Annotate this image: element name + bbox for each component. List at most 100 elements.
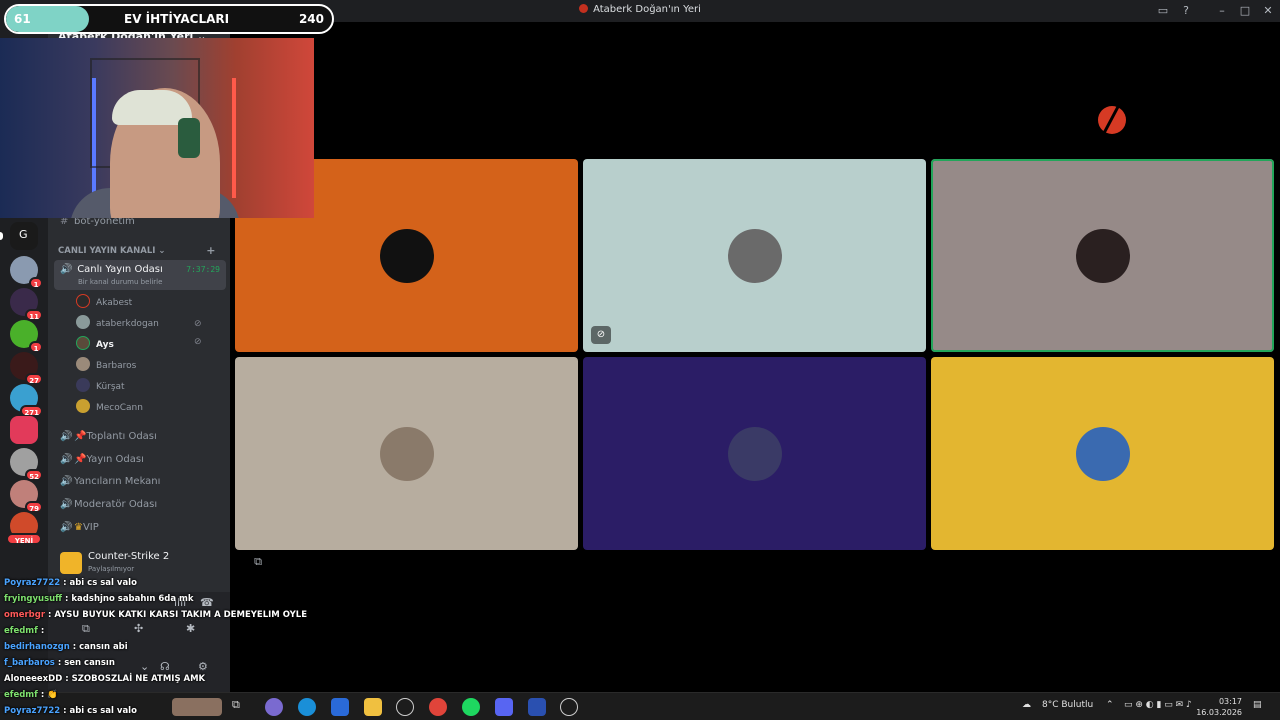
video-tile[interactable] [931, 357, 1274, 550]
voice-member[interactable]: ataberkdogan ⊘ ⊘ [76, 315, 202, 347]
video-tile[interactable] [583, 357, 926, 550]
avatar [76, 315, 90, 329]
server-icon-7[interactable]: 52 [10, 448, 43, 481]
server-icon-3[interactable]: 1 [10, 320, 43, 353]
obs-icon[interactable] [560, 698, 578, 716]
server-icon-2[interactable]: 11 [10, 288, 43, 321]
inbox-icon[interactable]: ▭ [1155, 3, 1171, 19]
disconnect-icon[interactable]: ☎ [200, 596, 214, 609]
voice-member[interactable]: Ays [76, 336, 114, 354]
tray-icons[interactable]: ▭ ⊕ ◐ ▮ ▭ ✉ ♪ [1124, 700, 1192, 710]
channel-status[interactable]: Bir kanal durumu belirle [78, 277, 162, 287]
counter-strike-icon [60, 552, 82, 574]
call-timer: 7:37:29 [186, 265, 220, 274]
goal-target: 240 [298, 12, 324, 26]
voice-member[interactable]: Kürşat [76, 378, 125, 396]
settings-gear-icon[interactable]: ⚙ [198, 660, 208, 673]
pin-icon: 📌 [74, 454, 87, 465]
chat-message: Poyraz7722 : abi cs sal valo [4, 578, 137, 592]
chat-message: fryingyusuff : kadshjno sabahın 6da mk [4, 594, 194, 608]
speaker-icon: 🔊 [60, 522, 73, 533]
minimize-icon[interactable]: – [1214, 3, 1230, 19]
avatar [76, 294, 90, 308]
copilot-icon[interactable] [265, 698, 283, 716]
taskbar-widget[interactable] [172, 698, 222, 716]
server-icon-9[interactable]: YENİ [6, 512, 42, 545]
led-light-red [232, 78, 236, 198]
notification-badge: 79 [25, 501, 43, 513]
task-view-icon[interactable]: ⧉ [232, 698, 250, 716]
notifications-icon[interactable]: ▤ [1253, 700, 1262, 710]
chat-message: efedmf : [4, 626, 44, 640]
channel-toplanti[interactable]: 🔊 📌Toplantı Odası [54, 427, 226, 447]
voice-member[interactable]: MecoCann [76, 399, 143, 417]
maximize-icon[interactable]: □ [1237, 3, 1253, 19]
channel-active-voice[interactable]: 🔊 Canlı Yayın Odası 7:37:29 Bir kanal du… [54, 260, 226, 290]
channel-moderator[interactable]: 🔊 Moderatör Odası [54, 495, 226, 515]
server-icon-4[interactable]: 27 [10, 352, 43, 385]
help-icon[interactable]: ? [1178, 3, 1194, 19]
avatar [76, 357, 90, 371]
participant-avatar [728, 229, 782, 283]
notification-badge: 1 [29, 341, 43, 353]
muted-deafened-icon: ⊘ ⊘ [194, 319, 202, 347]
speaker-icon: 🔊 [60, 431, 73, 442]
taskbar: ⧉ ☁ 8°C Bulutlu ⌃ ▭ ⊕ ◐ ▮ ▭ ✉ ♪ 03:17 16.… [0, 692, 1280, 720]
server-icon-1[interactable]: 1 [10, 256, 43, 289]
screen-share-icon[interactable]: ⧉ [254, 555, 262, 569]
game-activity[interactable]: Counter-Strike 2 Paylaşılmıyor ⧉ [54, 548, 272, 578]
chat-username: AloneeexDD [4, 674, 63, 684]
notification-badge: 11 [25, 309, 43, 321]
kick-icon[interactable] [528, 698, 546, 716]
chat-separator: : [69, 642, 80, 652]
voice-member[interactable]: Barbaros [76, 357, 136, 375]
folder-icon[interactable] [364, 698, 382, 716]
microphone-icon[interactable]: ⌄ [140, 660, 149, 673]
server-icon-6[interactable] [10, 416, 38, 444]
store-icon[interactable] [331, 698, 349, 716]
notification-badge: 1 [29, 277, 43, 289]
add-channel-button[interactable]: + [206, 244, 215, 257]
spotify-icon[interactable] [462, 698, 480, 716]
headphones-icon[interactable]: ☊ [160, 660, 170, 673]
discord-icon[interactable] [495, 698, 513, 716]
share-status: Paylaşılmıyor [88, 565, 135, 573]
video-tile[interactable] [931, 159, 1274, 352]
edge-icon[interactable] [298, 698, 316, 716]
chat-message: f_barbaros : sen cansın [4, 658, 115, 672]
chat-separator: : [54, 658, 65, 668]
xbox-icon[interactable] [396, 698, 414, 716]
chat-text: kadshjno sabahın 6da mk [71, 594, 194, 604]
donation-goal-bar: 61 EV İHTİYACLARI 240 [4, 4, 334, 34]
chat-username: Poyraz7722 [4, 706, 61, 716]
participant-avatar [1076, 427, 1130, 481]
clock[interactable]: 03:17 16.03.2026 [1196, 696, 1242, 718]
voice-member[interactable]: Akabest [76, 294, 132, 312]
participant-avatar [1076, 229, 1130, 283]
channel-yayin-odasi[interactable]: 🔊 📌Yayın Odası [54, 450, 226, 470]
crown-icon: ♛ [74, 522, 83, 533]
avatar [76, 378, 90, 392]
chat-text: sen cansın [64, 658, 115, 668]
chat-username: Poyraz7722 [4, 578, 61, 588]
tray-chevron-icon[interactable]: ⌃ [1106, 700, 1114, 710]
chat-username: fryingyusuff [4, 594, 63, 604]
chat-separator: : [45, 610, 55, 620]
weather-text[interactable]: 8°C Bulutlu [1042, 700, 1093, 710]
channel-yancilar[interactable]: 🔊 Yancıların Mekanı [54, 472, 226, 492]
screen-share-icon[interactable]: ⧉ [82, 622, 90, 636]
server-icon-8[interactable]: 79 [10, 480, 43, 513]
server-icon-g[interactable]: G [10, 222, 38, 250]
speaker-icon: 🔊 [60, 499, 73, 510]
participant-avatar [728, 427, 782, 481]
chat-message: bedirhanozgn : cansın abi [4, 642, 128, 656]
channel-vip[interactable]: 🔊 ♛VIP [54, 518, 226, 538]
server-icon-5[interactable]: 271 [10, 384, 43, 417]
category-header[interactable]: CANLI YAYIN KANALI ⌄ + [58, 244, 216, 257]
chrome-icon[interactable] [429, 698, 447, 716]
avatar [76, 336, 90, 350]
video-tile[interactable]: ⊘ [583, 159, 926, 352]
close-icon[interactable]: ✕ [1260, 3, 1276, 19]
server-pill-indicator [0, 232, 3, 240]
video-tile[interactable] [235, 357, 578, 550]
